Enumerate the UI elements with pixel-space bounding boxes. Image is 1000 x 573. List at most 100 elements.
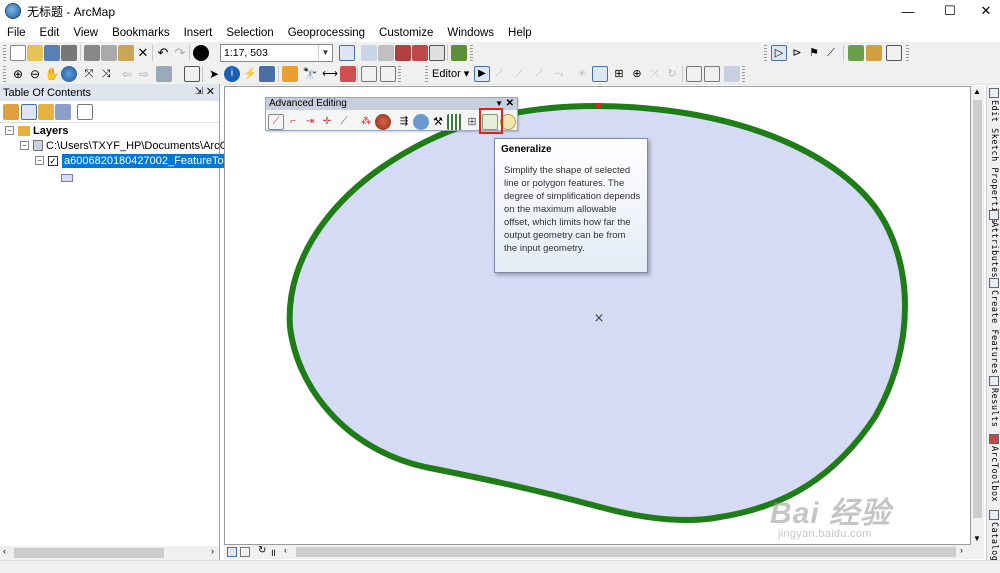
align-to-shape-icon[interactable]: ⇶ <box>396 114 412 130</box>
arctoolbox-icon[interactable] <box>412 45 428 61</box>
menu-file[interactable]: File <box>0 27 33 39</box>
menu-geoprocessing[interactable]: Geoprocessing <box>281 27 372 39</box>
copy-features-icon[interactable]: ⟋ <box>268 114 284 130</box>
collapse-icon[interactable]: − <box>35 156 44 165</box>
pan-icon[interactable]: ✋ <box>44 66 60 82</box>
forward-extent-icon[interactable]: ⇨ <box>136 66 152 82</box>
edit-tool-icon[interactable]: ▶ <box>474 66 490 82</box>
menu-customize[interactable]: Customize <box>372 27 440 39</box>
search-window-icon[interactable] <box>395 45 411 61</box>
trim-icon[interactable]: ✛ <box>319 114 335 130</box>
identify-icon[interactable]: i <box>224 66 240 82</box>
pin-icon[interactable]: ⇲ <box>195 86 203 97</box>
back-extent-icon[interactable]: ⇦ <box>119 66 135 82</box>
trace-icon[interactable]: ⤳ <box>551 66 567 82</box>
editor-toolbar-icon[interactable] <box>339 45 355 61</box>
rotate-icon[interactable]: ↻ <box>664 66 680 82</box>
measure-icon[interactable] <box>848 45 864 61</box>
data-view-icon[interactable] <box>227 547 237 557</box>
toc-window-icon[interactable] <box>361 45 377 61</box>
construct-points-icon[interactable]: ⚒ <box>430 114 446 130</box>
modelbuilder-icon[interactable] <box>451 45 467 61</box>
close-icon[interactable]: ✕ <box>206 85 215 98</box>
flag-icon[interactable]: ⚑ <box>806 45 822 61</box>
attributes-icon[interactable] <box>686 66 702 82</box>
copy-icon[interactable] <box>101 45 117 61</box>
edit-annotation-icon[interactable]: ⟋ <box>491 66 507 82</box>
layer-node[interactable]: − ✓ a6006820180427002_FeatureToP <box>35 153 233 168</box>
fixed-zoom-in-icon[interactable]: ⤧ <box>81 66 97 82</box>
split-polygons-icon[interactable]: ⊞ <box>464 114 480 130</box>
dock-tab-create-features[interactable]: Create Features <box>987 278 1000 374</box>
clear-selection-icon[interactable] <box>184 66 200 82</box>
line-intersection-icon[interactable]: ⟋ <box>336 114 352 130</box>
draw-line-icon[interactable]: ⟋ <box>823 45 839 61</box>
zoom-in-icon[interactable]: ⊕ <box>10 66 26 82</box>
map-scale-combobox[interactable]: 1:17, 503 ▼ <box>220 44 333 62</box>
create-features-icon[interactable] <box>724 66 740 82</box>
dock-tab-edit-sketch[interactable]: Edit Sketch Properties <box>987 88 1000 224</box>
explode-multipart-icon[interactable]: ⁂ <box>358 114 374 130</box>
menu-insert[interactable]: Insert <box>177 27 220 39</box>
list-by-visibility-icon[interactable] <box>38 104 54 120</box>
cut-icon[interactable] <box>84 45 100 61</box>
binoculars-icon[interactable]: 🔭 <box>302 66 318 82</box>
list-by-selection-icon[interactable] <box>55 104 71 120</box>
split-tool-icon[interactable]: ⤫ <box>647 66 663 82</box>
menu-edit[interactable]: Edit <box>33 27 67 39</box>
editor-menu[interactable]: Editor ▾ <box>432 67 469 80</box>
layer-visibility-checkbox[interactable]: ✓ <box>48 155 58 166</box>
python-window-icon[interactable] <box>429 45 445 61</box>
layout-icon[interactable] <box>866 45 882 61</box>
edit-vertices-tool-icon[interactable] <box>592 66 608 82</box>
dock-tab-arctoolbox[interactable]: ArcToolbox <box>987 434 1000 502</box>
extend-icon[interactable]: ⇥ <box>302 114 318 130</box>
construct-geodetic-icon[interactable] <box>375 114 391 130</box>
list-by-source-icon[interactable] <box>21 104 37 120</box>
scroll-right-icon[interactable]: › <box>211 546 214 556</box>
collapse-icon[interactable]: − <box>20 141 29 150</box>
menu-windows[interactable]: Windows <box>440 27 501 39</box>
select-elements-icon[interactable]: ▷ <box>771 45 787 61</box>
datasource-node[interactable]: − C:\Users\TXYF_HP\Documents\ArcGIS <box>20 138 239 153</box>
layout-view-icon[interactable] <box>240 547 250 557</box>
toc-options-icon[interactable] <box>77 104 93 120</box>
measure-ruler-icon[interactable]: ⟷ <box>322 66 338 82</box>
map-vertical-scrollbar[interactable]: ▲ ▼ <box>971 86 984 545</box>
open-folder-icon[interactable] <box>27 45 43 61</box>
scroll-left-icon[interactable]: ‹ <box>3 546 6 556</box>
paste-icon[interactable] <box>118 45 134 61</box>
scroll-thumb[interactable] <box>296 547 956 557</box>
collapse-icon[interactable]: − <box>5 126 14 135</box>
dock-tab-attributes[interactable]: Attributes <box>987 210 1000 278</box>
reshape-feature-icon[interactable]: ⊞ <box>611 66 627 82</box>
straight-segment-icon[interactable]: ⟋ <box>511 66 527 82</box>
new-document-icon[interactable] <box>10 45 26 61</box>
polygon-symbol-swatch[interactable] <box>61 173 73 182</box>
menu-bookmarks[interactable]: Bookmarks <box>105 27 177 39</box>
catalog-window-icon[interactable] <box>378 45 394 61</box>
toc-horizontal-scrollbar[interactable]: ‹ › <box>0 546 219 560</box>
cut-polygons-icon[interactable]: ⊕ <box>629 66 645 82</box>
zoom-out-icon[interactable]: ⊖ <box>27 66 43 82</box>
endpoint-arc-icon[interactable]: ⟋ <box>531 66 547 82</box>
fillet-icon[interactable]: ⌐ <box>285 114 301 130</box>
pause-drawing-icon[interactable]: ॥ <box>270 545 276 559</box>
select-features-icon[interactable] <box>156 66 172 82</box>
construct-polygons-icon[interactable] <box>447 114 463 130</box>
menu-help[interactable]: Help <box>501 27 539 39</box>
layer-name[interactable]: a6006820180427002_FeatureToP <box>62 153 233 168</box>
selected-vertex-marker[interactable] <box>595 103 601 108</box>
layers-node[interactable]: − Layers <box>5 123 68 138</box>
fixed-zoom-out-icon[interactable]: ⤨ <box>98 66 114 82</box>
find-route-icon[interactable] <box>282 66 298 82</box>
refresh-icon[interactable]: ↻ <box>258 545 266 556</box>
html-popup-icon[interactable]: ⚡ <box>242 66 258 82</box>
edit-vertices-icon[interactable]: ⊳ <box>789 45 805 61</box>
toolbar-grip[interactable] <box>3 45 6 61</box>
scroll-thumb[interactable] <box>14 548 164 558</box>
layer-symbol[interactable] <box>61 170 73 185</box>
list-by-drawing-order-icon[interactable] <box>3 104 19 120</box>
scroll-down-icon[interactable]: ▼ <box>973 534 981 543</box>
undo-icon[interactable]: ↶ <box>155 45 171 61</box>
